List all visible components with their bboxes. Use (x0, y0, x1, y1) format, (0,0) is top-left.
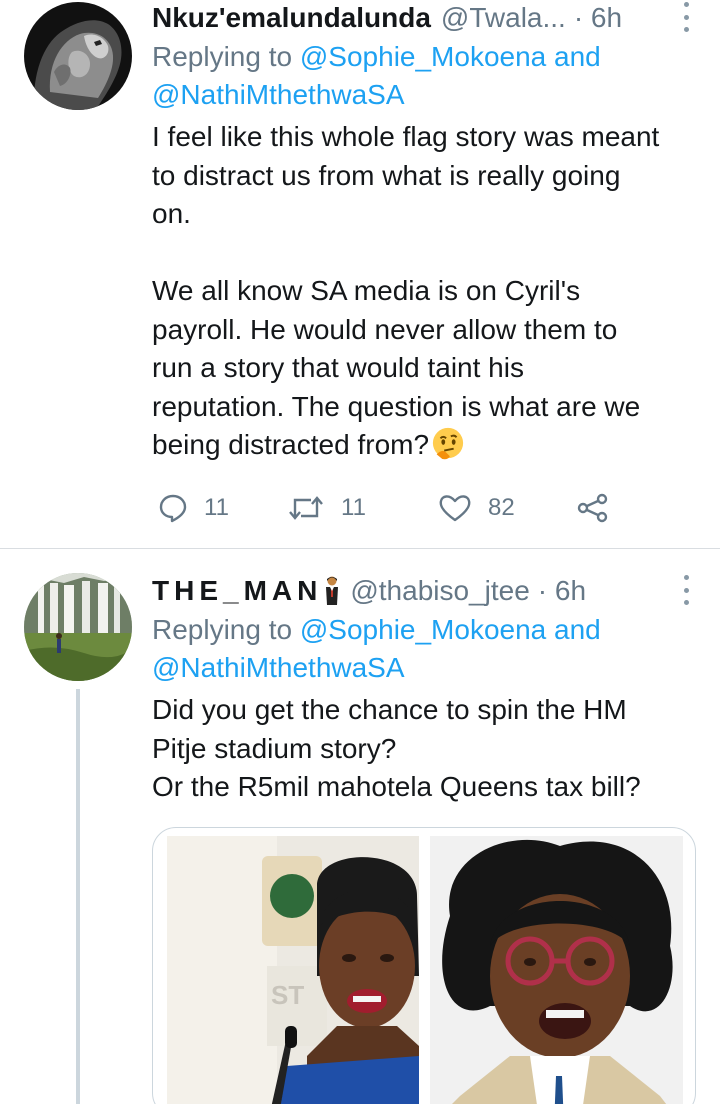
reply-button[interactable]: 11 (158, 488, 229, 528)
heart-icon (439, 495, 471, 522)
mention-link[interactable]: @Sophie_Mokoena (300, 41, 546, 72)
photo-woman-with-glasses-speaking[interactable] (430, 836, 683, 1104)
replying-to: Replying to @Sophie_Mokoena and @NathiMt… (152, 611, 706, 687)
replying-to: Replying to @Sophie_Mokoena and @NathiMt… (152, 38, 706, 114)
username[interactable]: @Twala... (441, 0, 566, 36)
mention-link[interactable]: @NathiMthethwaSA (152, 652, 405, 683)
more-options-icon[interactable] (682, 575, 690, 605)
display-name[interactable]: Nkuz'emalundalunda (152, 0, 431, 36)
tweet-actions: 11 11 82 (152, 488, 632, 528)
timestamp[interactable]: · 6h (574, 0, 622, 36)
tweet[interactable]: Nkuz'emalundalunda @Twala... · 6h Replyi… (0, 0, 720, 548)
man-in-suit-emoji (326, 576, 339, 605)
thread-line (76, 689, 80, 1104)
reply-icon (159, 494, 187, 523)
svg-text:ST: ST (271, 980, 304, 1010)
username[interactable]: @thabiso_jtee (350, 573, 529, 609)
media-grid[interactable]: ST (152, 827, 696, 1104)
tweet-header: THE_MAN @thabiso_jtee · 6h (152, 573, 706, 609)
mention-conjunction: and (554, 614, 601, 645)
share-button[interactable] (577, 488, 609, 528)
tweet-text: Did you get the chance to spin the HM Pi… (152, 694, 641, 802)
reply-count: 11 (204, 494, 229, 521)
tweet[interactable]: THE_MAN @thabiso_jtee · 6h Replying to @… (0, 549, 720, 1104)
retweet-count: 11 (341, 494, 366, 521)
like-button[interactable]: 82 (438, 488, 515, 528)
like-count: 82 (488, 494, 515, 521)
retweet-button[interactable]: 11 (287, 488, 366, 528)
replying-prefix: Replying to (152, 614, 293, 645)
avatar[interactable] (24, 573, 132, 681)
tweet-header: Nkuz'emalundalunda @Twala... · 6h (152, 0, 706, 36)
timestamp[interactable]: · 6h (538, 573, 586, 609)
retweet-icon (289, 496, 323, 520)
share-icon (577, 493, 608, 523)
tweet-text: I feel like this whole flag story was me… (152, 118, 706, 465)
photo-woman-speaking-at-podium[interactable]: ST (167, 836, 419, 1104)
replying-prefix: Replying to (152, 41, 293, 72)
avatar[interactable] (24, 2, 132, 110)
mention-conjunction: and (554, 41, 601, 72)
more-options-icon[interactable] (682, 2, 690, 32)
mention-link[interactable]: @Sophie_Mokoena (300, 614, 546, 645)
mention-link[interactable]: @NathiMthethwaSA (152, 79, 405, 110)
tweet-body: I feel like this whole flag story was me… (152, 121, 660, 460)
thinking-face-emoji (432, 427, 464, 460)
display-name[interactable]: THE_MAN (152, 573, 322, 609)
